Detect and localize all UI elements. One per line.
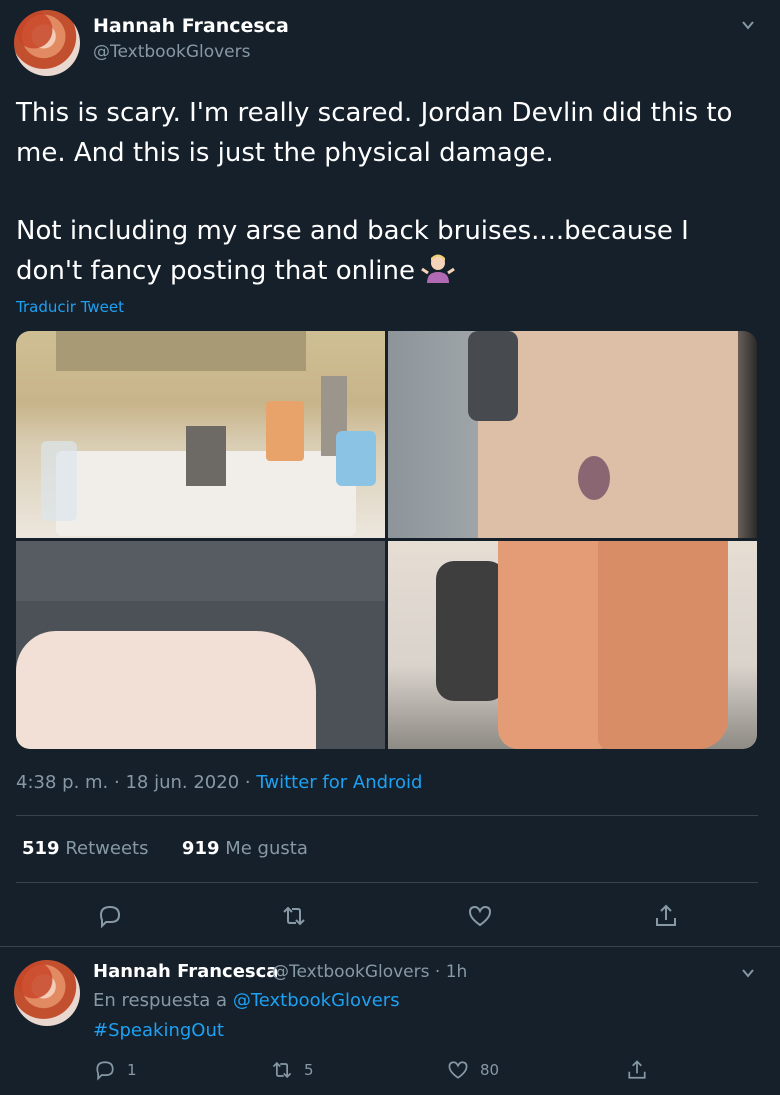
chevron-down-icon[interactable] bbox=[741, 18, 755, 32]
reply-count: 1 bbox=[127, 1061, 137, 1079]
reply-icon bbox=[96, 1061, 114, 1081]
divider bbox=[16, 815, 758, 816]
reply-reply-action[interactable]: 1 bbox=[93, 1058, 137, 1082]
retweet-icon[interactable] bbox=[280, 902, 308, 930]
tweet-divider bbox=[0, 946, 780, 947]
reply-author-name[interactable]: Hannah Francesca bbox=[93, 961, 278, 982]
retweets-stat[interactable]: 519 Retweets bbox=[22, 838, 148, 859]
chevron-down-icon[interactable] bbox=[741, 966, 755, 980]
reply-text: #SpeakingOut bbox=[93, 1020, 224, 1041]
in-reply-prefix: En respuesta a bbox=[93, 990, 228, 1011]
avatar[interactable] bbox=[14, 10, 80, 76]
reply-like-action[interactable]: 80 bbox=[446, 1058, 499, 1082]
retweet-icon bbox=[272, 1061, 292, 1079]
tweet-text-paragraph-1: This is scary. I'm really scared. Jordan… bbox=[16, 98, 733, 168]
likes-stat[interactable]: 919 Me gusta bbox=[182, 838, 308, 859]
likes-count: 919 bbox=[181, 838, 220, 859]
reply-retweet-action[interactable]: 5 bbox=[270, 1058, 314, 1082]
tweet-text-paragraph-2: Not including my arse and back bruises..… bbox=[16, 211, 756, 291]
translate-tweet-link[interactable]: Traducir Tweet bbox=[16, 298, 124, 316]
share-icon bbox=[628, 1060, 646, 1079]
like-icon[interactable] bbox=[466, 902, 494, 930]
tweet-source[interactable]: Twitter for Android bbox=[256, 772, 422, 793]
tweet-time[interactable]: 4:38 p. m. bbox=[16, 772, 108, 793]
arm-on-jeans-photo[interactable] bbox=[16, 541, 385, 749]
tweet-meta: 4:38 p. m. · 18 jun. 2020 · Twitter for … bbox=[16, 772, 423, 793]
author-name[interactable]: Hannah Francesca bbox=[93, 15, 289, 37]
reply-author-handle[interactable]: @TextbookGlovers bbox=[272, 962, 429, 982]
legs-bathroom-photo[interactable] bbox=[388, 541, 757, 749]
retweets-count: 519 bbox=[22, 838, 60, 859]
avatar[interactable] bbox=[14, 960, 80, 1026]
reply-icon[interactable] bbox=[96, 902, 124, 930]
tweet-text-paragraph-2-text: Not including my arse and back bruises..… bbox=[16, 216, 689, 286]
reply-share-action[interactable] bbox=[625, 1058, 649, 1082]
reply-like-count: 80 bbox=[480, 1061, 500, 1079]
author-handle[interactable]: @TextbookGlovers bbox=[93, 42, 250, 62]
like-icon bbox=[448, 1061, 468, 1079]
hashtag-link[interactable]: #SpeakingOut bbox=[93, 1020, 224, 1041]
reply-author-line: @TextbookGlovers · 1h bbox=[272, 962, 468, 982]
tweet-date[interactable]: 18 jun. 2020 bbox=[125, 772, 239, 793]
divider bbox=[16, 882, 758, 883]
bathroom-sink-photo[interactable] bbox=[16, 331, 385, 538]
in-reply-handle[interactable]: @TextbookGlovers bbox=[233, 990, 400, 1011]
bruised-leg-photo[interactable] bbox=[388, 331, 757, 538]
likes-label: Me gusta bbox=[225, 838, 308, 859]
reply-time[interactable]: 1h bbox=[446, 962, 468, 982]
person-shrugging-emoji bbox=[421, 254, 455, 283]
retweets-label: Retweets bbox=[65, 838, 149, 859]
tweet-stats: 519 Retweets 919 Me gusta bbox=[22, 838, 308, 859]
media-grid[interactable] bbox=[16, 331, 757, 749]
tweet-text: This is scary. I'm really scared. Jordan… bbox=[16, 93, 756, 291]
in-reply-to: En respuesta a @TextbookGlovers bbox=[93, 990, 400, 1011]
reply-retweet-count: 5 bbox=[304, 1061, 314, 1079]
share-icon[interactable] bbox=[652, 902, 680, 930]
main-tweet: Hannah Francesca @TextbookGlovers This i… bbox=[0, 0, 780, 946]
